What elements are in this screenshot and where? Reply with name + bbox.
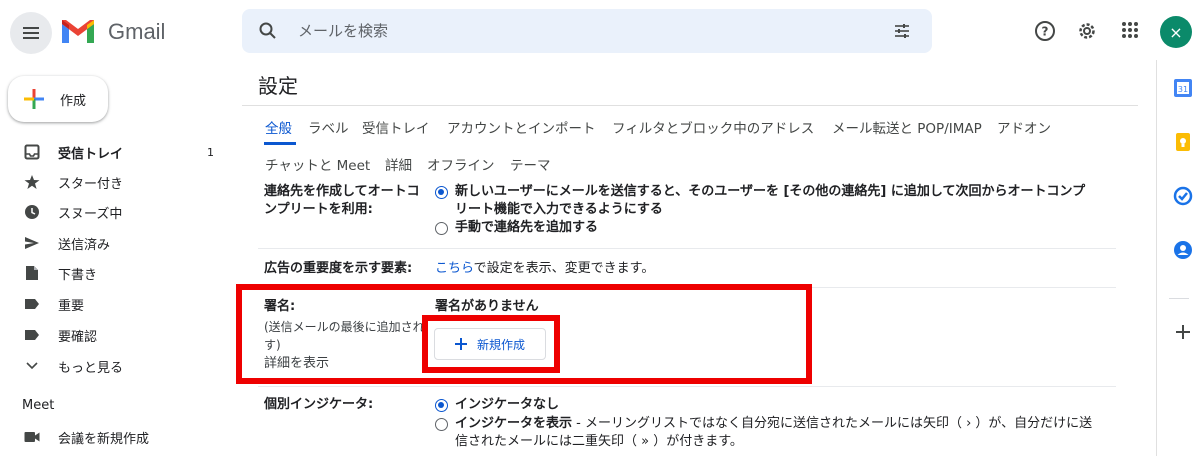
compose-button[interactable]: 作成 [8, 76, 108, 122]
tab-general[interactable]: 全般 [265, 117, 292, 137]
sidebar-item-important[interactable]: 重要 [0, 289, 230, 319]
label-icon [24, 327, 40, 343]
sidebar-item-snoozed[interactable]: スヌーズ中 [0, 197, 230, 227]
divider [258, 248, 1116, 249]
sidebar-item-label: 送信済み [58, 237, 111, 253]
sidebar-item-label: 重要 [58, 298, 85, 314]
autocomplete-label: 連絡先を作成してオートコ ンプリートを利用: [264, 184, 420, 217]
compose-label: 作成 [60, 93, 87, 109]
ads-label: 広告の重要度を示す要素: [264, 261, 413, 276]
sidebar-item-label: スヌーズ中 [58, 206, 123, 222]
contacts-icon[interactable] [1173, 240, 1193, 260]
sidebar-item-new-meeting[interactable]: 会議を新規作成 [0, 422, 230, 452]
gmail-m-icon [62, 20, 94, 43]
indicators-show-option[interactable]: インジケータを表示 - メーリングリストではなく自分宛に送信されたメールには矢印… [455, 415, 1092, 451]
indicators-show-radio[interactable] [435, 418, 448, 431]
inbox-icon [24, 144, 40, 160]
active-tab-indicator [264, 142, 296, 145]
side-panel: 31 [1156, 60, 1200, 456]
divider [258, 386, 1116, 387]
label-important-icon [24, 296, 40, 312]
hamburger-menu-icon [23, 27, 39, 39]
search-bar[interactable] [242, 9, 932, 53]
sidebar-item-label: もっと見る [58, 360, 124, 376]
sidebar-item-label: 会議を新規作成 [58, 431, 150, 447]
meet-section-header: Meet [22, 398, 55, 413]
indicators-label: 個別インジケータ: [264, 397, 374, 412]
indicators-none-option[interactable]: インジケータなし [455, 396, 559, 414]
sidebar-item-sent[interactable]: 送信済み [0, 228, 230, 258]
sidebar-item-label: スター付き [58, 176, 124, 192]
sidebar-item-label: 下書き [58, 267, 98, 283]
tab-inbox[interactable]: 受信トレイ [362, 117, 430, 137]
tab-themes[interactable]: テーマ [510, 154, 551, 174]
sidebar-item-review[interactable]: 要確認 [0, 320, 230, 350]
new-button-highlight-box [422, 315, 560, 373]
sidebar-item-inbox[interactable]: 受信トレイ 1 [0, 137, 230, 167]
tasks-icon[interactable] [1173, 186, 1193, 206]
tab-addons[interactable]: アドオン [997, 117, 1051, 137]
autocomplete-auto-option[interactable]: 新しいユーザーにメールを送信すると、そのユーザーを [その他の連絡先] に追加し… [455, 183, 1085, 219]
star-icon [24, 174, 40, 190]
divider [1169, 298, 1189, 299]
divider [242, 105, 1138, 106]
tab-advanced[interactable]: 詳細 [385, 154, 412, 174]
tab-forwarding-pop-imap[interactable]: メール転送と POP/IMAP [832, 117, 982, 137]
search-options-icon[interactable] [892, 21, 912, 41]
autocomplete-manual-option[interactable]: 手動で連絡先を追加する [455, 219, 598, 237]
apps-grid-icon[interactable] [1120, 20, 1140, 40]
page-title: 設定 [258, 74, 298, 98]
autocomplete-auto-radio[interactable] [435, 186, 448, 199]
app-name: Gmail [108, 18, 166, 44]
svg-text:31: 31 [1178, 85, 1188, 94]
plus-colored-icon [24, 89, 44, 109]
tab-filters-blocked[interactable]: フィルタとブロック中のアドレス [612, 117, 814, 137]
clock-icon [24, 204, 40, 220]
autocomplete-manual-radio[interactable] [435, 222, 448, 235]
sidebar-item-drafts[interactable]: 下書き [0, 258, 230, 288]
search-icon[interactable] [258, 21, 278, 41]
settings-gear-icon[interactable] [1076, 20, 1098, 42]
main-menu-button[interactable] [10, 12, 52, 54]
ads-settings-link[interactable]: こちら [435, 261, 474, 276]
indicators-none-radio[interactable] [435, 399, 448, 412]
tab-chat-meet[interactable]: チャットと Meet [265, 154, 370, 174]
video-camera-icon [24, 429, 40, 445]
gmail-logo[interactable]: Gmail [60, 18, 165, 45]
send-icon [24, 235, 40, 251]
chevron-down-icon [24, 358, 40, 374]
help-icon[interactable]: ? [1034, 20, 1056, 42]
tab-offline[interactable]: オフライン [427, 154, 495, 174]
top-bar: Gmail ? × [0, 0, 1200, 64]
sidebar-item-starred[interactable]: スター付き [0, 167, 230, 197]
sidebar-item-more[interactable]: もっと見る [0, 351, 230, 381]
tab-accounts-import[interactable]: アカウントとインポート [447, 117, 596, 137]
sidebar-item-label: 受信トレイ [58, 146, 124, 162]
draft-icon [24, 265, 40, 281]
account-avatar[interactable]: × [1160, 16, 1192, 48]
tab-labels[interactable]: ラベル [308, 117, 349, 137]
sidebar-item-label: 要確認 [58, 329, 98, 345]
keep-icon[interactable] [1173, 132, 1193, 152]
add-addon-plus-icon[interactable] [1173, 322, 1193, 342]
svg-text:?: ? [1042, 25, 1049, 39]
search-input[interactable] [298, 9, 858, 53]
unread-count: 1 [207, 145, 214, 159]
ads-description: こちらで設定を表示、変更できます。 [435, 261, 655, 276]
calendar-icon[interactable]: 31 [1173, 78, 1193, 98]
